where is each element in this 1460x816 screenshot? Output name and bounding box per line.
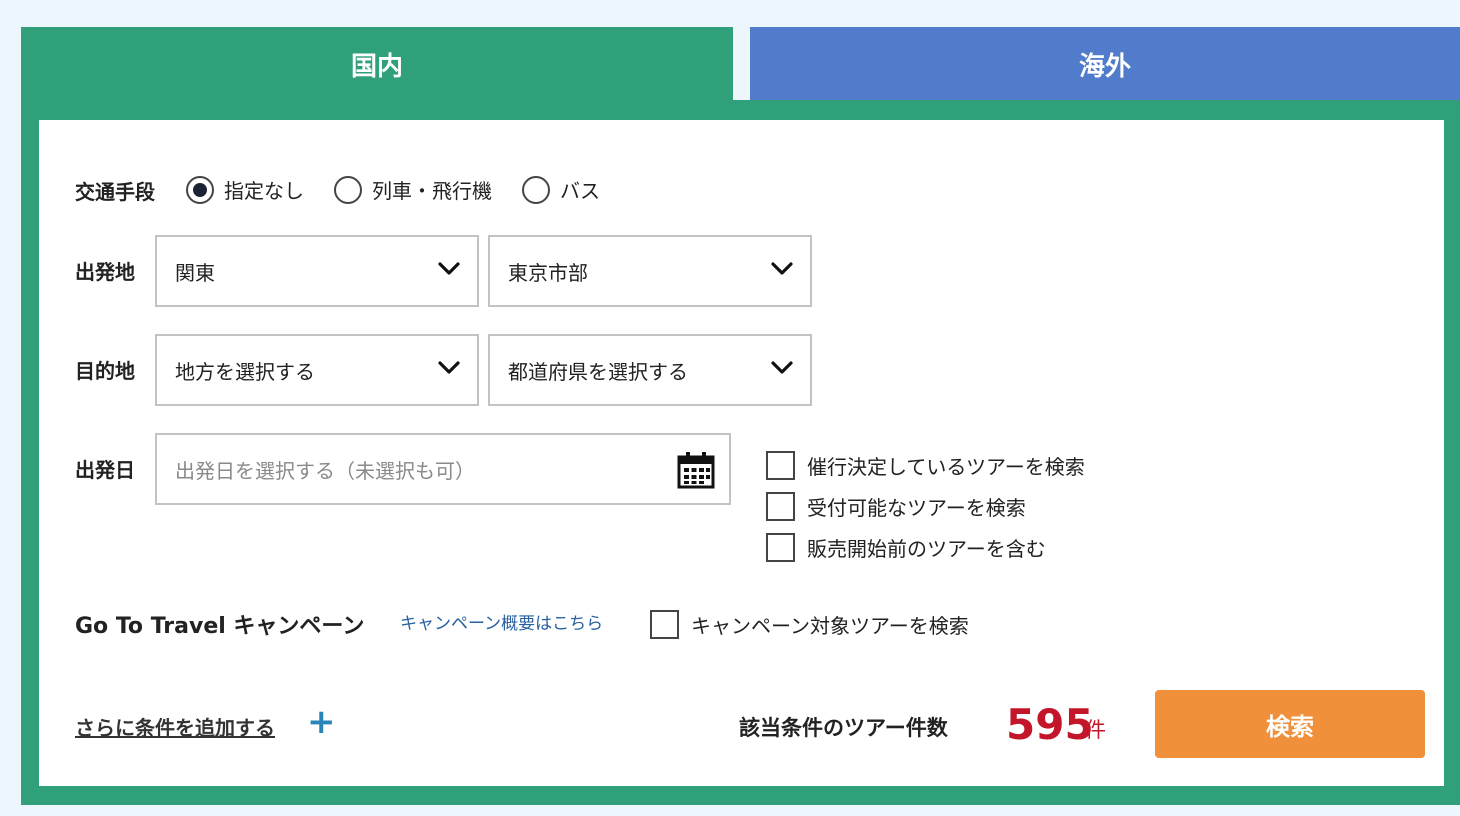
- departure-region-select[interactable]: 関東: [155, 235, 479, 307]
- radio-bus-control[interactable]: [522, 175, 550, 204]
- tour-count-label: 該当条件のツアー件数: [739, 716, 948, 740]
- filter-available-checkbox[interactable]: [766, 492, 795, 521]
- tab-overseas-label: 海外: [1078, 52, 1131, 82]
- search-form: 交通手段 指定なし 列車・飛行機 バス 出発地 関東 東京市部 目的地 地方を選…: [39, 120, 1444, 786]
- chevron-down-icon: [438, 361, 460, 374]
- departure-area-select[interactable]: 東京市部: [488, 235, 812, 307]
- radio-train-plane-control[interactable]: [334, 175, 362, 204]
- departure-date-input[interactable]: 出発日を選択する（未選択も可）: [155, 433, 731, 505]
- plus-icon[interactable]: +: [307, 705, 336, 739]
- tour-count-value: 595: [1006, 700, 1094, 749]
- radio-bus[interactable]: バス: [522, 175, 600, 204]
- search-panel: 交通手段 指定なし 列車・飛行機 バス 出発地 関東 東京市部 目的地 地方を選…: [21, 100, 1460, 805]
- filter-available-tours[interactable]: 受付可能なツアーを検索: [766, 492, 1026, 521]
- campaign-title: Go To Travel キャンペーン: [75, 614, 365, 639]
- radio-none-label: 指定なし: [224, 179, 304, 203]
- tab-overseas[interactable]: 海外: [750, 27, 1460, 102]
- filter-presale-label: 販売開始前のツアーを含む: [807, 537, 1046, 561]
- destination-label: 目的地: [75, 359, 135, 383]
- radio-none[interactable]: 指定なし: [186, 175, 304, 204]
- campaign-filter[interactable]: キャンペーン対象ツアーを検索: [650, 610, 969, 639]
- tour-count-unit: 件: [1085, 718, 1106, 742]
- destination-region-value: 地方を選択する: [175, 359, 315, 384]
- radio-bus-label: バス: [560, 179, 600, 203]
- campaign-checkbox-label: キャンペーン対象ツアーを検索: [691, 614, 969, 638]
- transport-radio-group: 指定なし 列車・飛行機 バス: [186, 175, 630, 204]
- departure-date-label: 出発日: [75, 458, 135, 482]
- destination-region-select[interactable]: 地方を選択する: [155, 334, 479, 406]
- search-button-label: 検索: [1266, 712, 1314, 741]
- departure-date-placeholder: 出発日を選択する（未選択も可）: [175, 458, 475, 483]
- departure-area-value: 東京市部: [508, 260, 588, 285]
- filter-presale-tours[interactable]: 販売開始前のツアーを含む: [766, 533, 1046, 562]
- departure-label: 出発地: [75, 260, 135, 284]
- add-conditions-link[interactable]: さらに条件を追加する: [75, 712, 275, 741]
- destination-prefecture-value: 都道府県を選択する: [508, 359, 688, 384]
- radio-train-plane[interactable]: 列車・飛行機: [334, 175, 492, 204]
- campaign-checkbox[interactable]: [650, 610, 679, 639]
- calendar-icon[interactable]: [677, 451, 715, 489]
- filter-confirmed-label: 催行決定しているツアーを検索: [807, 455, 1085, 479]
- chevron-down-icon: [771, 262, 793, 275]
- departure-region-value: 関東: [175, 260, 215, 285]
- chevron-down-icon: [438, 262, 460, 275]
- destination-prefecture-select[interactable]: 都道府県を選択する: [488, 334, 812, 406]
- filter-available-label: 受付可能なツアーを検索: [807, 496, 1026, 520]
- transport-label: 交通手段: [75, 180, 155, 204]
- search-button[interactable]: 検索: [1155, 690, 1425, 758]
- filter-presale-checkbox[interactable]: [766, 533, 795, 562]
- radio-train-plane-label: 列車・飛行機: [372, 179, 492, 203]
- campaign-overview-link[interactable]: キャンペーン概要はこちら: [400, 609, 603, 634]
- radio-none-control[interactable]: [186, 175, 214, 204]
- chevron-down-icon: [771, 361, 793, 374]
- filter-confirmed-checkbox[interactable]: [766, 451, 795, 480]
- filter-confirmed-tours[interactable]: 催行決定しているツアーを検索: [766, 451, 1085, 480]
- tab-domestic-label: 国内: [350, 52, 403, 82]
- tab-domestic[interactable]: 国内: [21, 27, 733, 102]
